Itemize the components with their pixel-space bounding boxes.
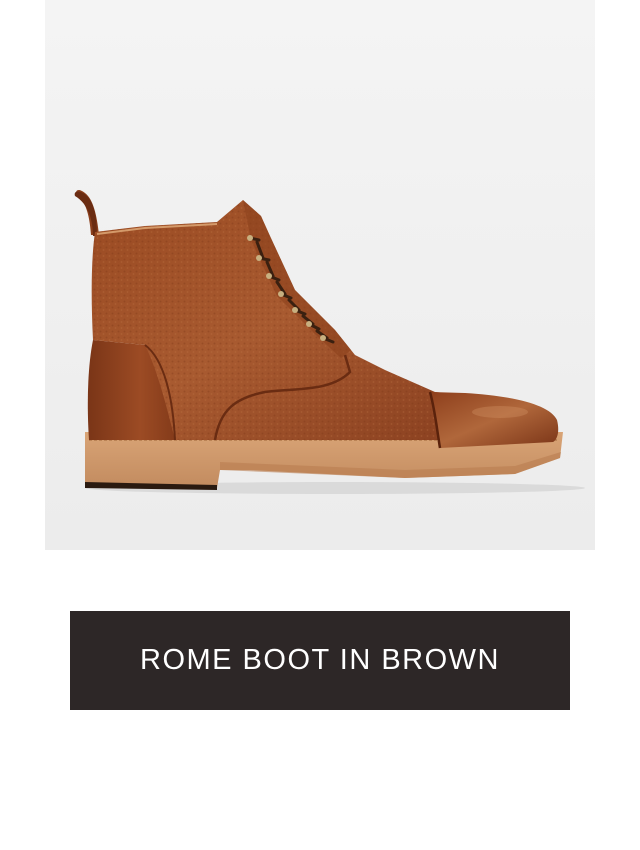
boot-illustration: [45, 0, 595, 550]
product-card: ROME BOOT IN BROWN: [0, 0, 640, 850]
product-name-button[interactable]: ROME BOOT IN BROWN: [70, 611, 570, 710]
product-image[interactable]: [45, 0, 595, 550]
